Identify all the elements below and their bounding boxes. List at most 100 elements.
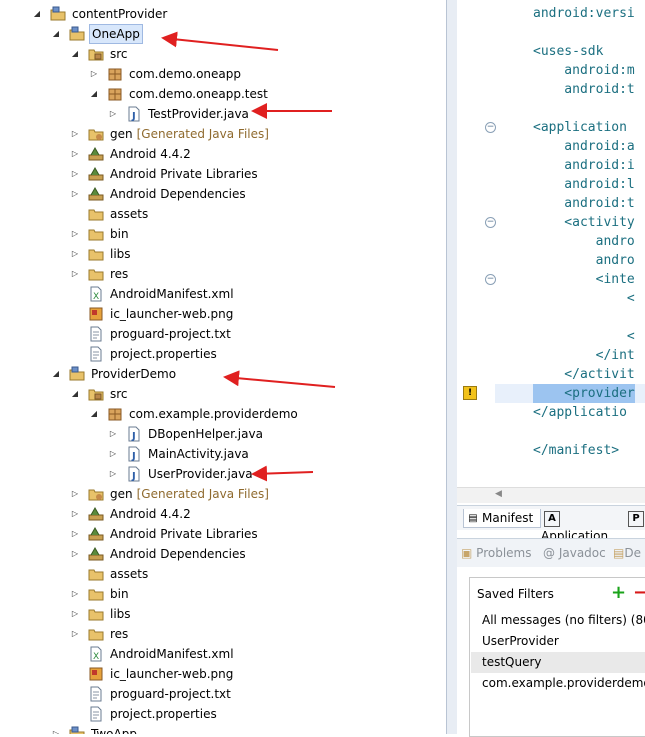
code-line[interactable]: < xyxy=(533,327,635,346)
tree-item-bin[interactable]: ▷ bin xyxy=(0,584,440,604)
expand-icon[interactable]: ▷ xyxy=(108,109,118,119)
tree-item-dbopenhelper-java[interactable]: ▷ J DBopenHelper.java xyxy=(0,424,440,444)
tree-item-libs[interactable]: ▷ libs xyxy=(0,604,440,624)
tree-item-dependencies[interactable]: ▷ Android Dependencies xyxy=(0,184,440,204)
collapse-icon[interactable]: ◢ xyxy=(51,29,61,39)
scroll-left-icon[interactable]: ◀ xyxy=(495,489,502,499)
manifest-editor[interactable]: android:versi <uses-sdk android:m android… xyxy=(457,0,645,503)
code-line[interactable]: andro xyxy=(533,232,635,251)
expand-icon[interactable]: ▷ xyxy=(70,269,80,279)
tree-item-android-sdk[interactable]: ▷ Android 4.4.2 xyxy=(0,144,440,164)
tree-item-private-libraries[interactable]: ▷ Android Private Libraries xyxy=(0,164,440,184)
tree-item-src[interactable]: ◢ src xyxy=(0,44,440,64)
expand-icon[interactable]: ▷ xyxy=(70,609,80,619)
expand-icon[interactable]: ▷ xyxy=(51,729,61,734)
tree-item-package-oneapp[interactable]: ▷ com.demo.oneapp xyxy=(0,64,440,84)
fold-icon[interactable]: − xyxy=(485,122,496,133)
tree-item-manifest-xml[interactable]: X AndroidManifest.xml xyxy=(0,644,440,664)
tree-item-project-properties[interactable]: project.properties xyxy=(0,704,440,724)
expand-icon[interactable]: ▷ xyxy=(70,149,80,159)
code-line[interactable]: <uses-sdk xyxy=(533,42,603,61)
expand-icon[interactable]: ▷ xyxy=(70,509,80,519)
code-line[interactable]: andro xyxy=(533,251,635,270)
code-line[interactable]: </int xyxy=(533,346,635,365)
view-separator[interactable] xyxy=(447,0,457,734)
fold-icon[interactable]: − xyxy=(485,217,496,228)
code-line[interactable]: <provider xyxy=(533,384,635,403)
filter-item[interactable]: UserProvider xyxy=(471,631,645,652)
filter-item[interactable]: All messages (no filters) (80) xyxy=(471,610,645,631)
tree-item-res[interactable]: ▷ res xyxy=(0,624,440,644)
filter-item[interactable]: com.example.providerdemo xyxy=(471,673,645,694)
tree-item-assets[interactable]: assets xyxy=(0,204,440,224)
collapse-icon[interactable]: ◢ xyxy=(51,369,61,379)
tree-item-res[interactable]: ▷ res xyxy=(0,264,440,284)
collapse-icon[interactable]: ◢ xyxy=(89,409,99,419)
collapse-icon[interactable]: ◢ xyxy=(89,89,99,99)
expand-icon[interactable]: ▷ xyxy=(70,169,80,179)
expand-icon[interactable]: ▷ xyxy=(70,549,80,559)
collapse-icon[interactable]: ◢ xyxy=(70,49,80,59)
tree-item-assets[interactable]: assets xyxy=(0,564,440,584)
editor-horizontal-scrollbar[interactable]: ◀ xyxy=(457,487,645,503)
tab-permissions[interactable]: P xyxy=(625,509,645,527)
tree-item-launcher-png[interactable]: ic_launcher-web.png xyxy=(0,664,440,684)
code-line[interactable]: android:i xyxy=(533,156,634,175)
tree-item-manifest-xml[interactable]: X AndroidManifest.xml xyxy=(0,284,440,304)
tab-declaration[interactable]: ▤De xyxy=(613,544,641,562)
expand-icon[interactable]: ▷ xyxy=(70,589,80,599)
code-line[interactable]: </manifest> xyxy=(533,441,619,460)
collapse-icon[interactable]: ◢ xyxy=(32,9,42,19)
expand-icon[interactable]: ▷ xyxy=(70,189,80,199)
add-filter-icon[interactable]: + xyxy=(611,582,626,603)
tree-item-provider-demo[interactable]: ◢ ProviderDemo xyxy=(0,364,440,384)
tree-item-userprovider-java[interactable]: ▷ J UserProvider.java xyxy=(0,464,440,484)
code-line[interactable]: <application xyxy=(533,118,627,137)
expand-icon[interactable]: ▷ xyxy=(108,449,118,459)
code-line[interactable]: < xyxy=(533,289,635,308)
tree-item-android-sdk[interactable]: ▷ Android 4.4.2 xyxy=(0,504,440,524)
tree-item-launcher-png[interactable]: ic_launcher-web.png xyxy=(0,304,440,324)
expand-icon[interactable]: ▷ xyxy=(70,529,80,539)
tree-item-proguard-txt[interactable]: proguard-project.txt xyxy=(0,684,440,704)
code-line[interactable]: <inte xyxy=(533,270,635,289)
remove-filter-icon[interactable]: − xyxy=(633,582,645,603)
tree-item-gen[interactable]: ▷ gen [Generated Java Files] xyxy=(0,124,440,144)
tree-item-proguard-txt[interactable]: proguard-project.txt xyxy=(0,324,440,344)
code-line[interactable]: android:l xyxy=(533,175,634,194)
tree-item-bin[interactable]: ▷ bin xyxy=(0,224,440,244)
code-line[interactable]: </applicatio xyxy=(533,403,627,422)
expand-icon[interactable]: ▷ xyxy=(70,249,80,259)
tree-item-two-app[interactable]: ▷ TwoApp xyxy=(0,724,440,734)
filter-item[interactable]: testQuery xyxy=(471,652,645,673)
tab-javadoc[interactable]: @ Javadoc xyxy=(543,544,606,562)
tree-item-dependencies[interactable]: ▷ Android Dependencies xyxy=(0,544,440,564)
expand-icon[interactable]: ▷ xyxy=(70,129,80,139)
expand-icon[interactable]: ▷ xyxy=(70,229,80,239)
tab-problems[interactable]: ▣ Problems xyxy=(461,544,531,562)
tree-item-project-properties[interactable]: project.properties xyxy=(0,344,440,364)
tree-item-src[interactable]: ◢ src xyxy=(0,384,440,404)
fold-icon[interactable]: − xyxy=(485,274,496,285)
expand-icon[interactable]: ▷ xyxy=(108,469,118,479)
expand-icon[interactable]: ▷ xyxy=(108,429,118,439)
code-line[interactable]: <activity xyxy=(533,213,634,232)
tree-item-one-app[interactable]: ◢ OneApp xyxy=(0,24,440,44)
code-line[interactable]: android:versi xyxy=(533,4,635,23)
expand-icon[interactable]: ▷ xyxy=(70,489,80,499)
code-line[interactable]: </activit xyxy=(533,365,634,384)
expand-icon[interactable]: ▷ xyxy=(70,629,80,639)
tree-item-mainactivity-java[interactable]: ▷ J MainActivity.java xyxy=(0,444,440,464)
code-line[interactable]: android:t xyxy=(533,80,634,99)
tree-item-package-providerdemo[interactable]: ◢ com.example.providerdemo xyxy=(0,404,440,424)
collapse-icon[interactable]: ◢ xyxy=(70,389,80,399)
tree-item-libs[interactable]: ▷ libs xyxy=(0,244,440,264)
tab-manifest[interactable]: ▤ Manifest xyxy=(463,509,541,528)
tree-item-gen[interactable]: ▷ gen [Generated Java Files] xyxy=(0,484,440,504)
tree-item-testprovider-java[interactable]: ▷ J TestProvider.java xyxy=(0,104,440,124)
code-line[interactable]: android:m xyxy=(533,61,634,80)
tab-application[interactable]: AApplication xyxy=(541,509,625,543)
tree-item-private-libraries[interactable]: ▷ Android Private Libraries xyxy=(0,524,440,544)
tree-item-package-oneapp-test[interactable]: ◢ com.demo.oneapp.test xyxy=(0,84,440,104)
code-line[interactable]: android:a xyxy=(533,137,634,156)
